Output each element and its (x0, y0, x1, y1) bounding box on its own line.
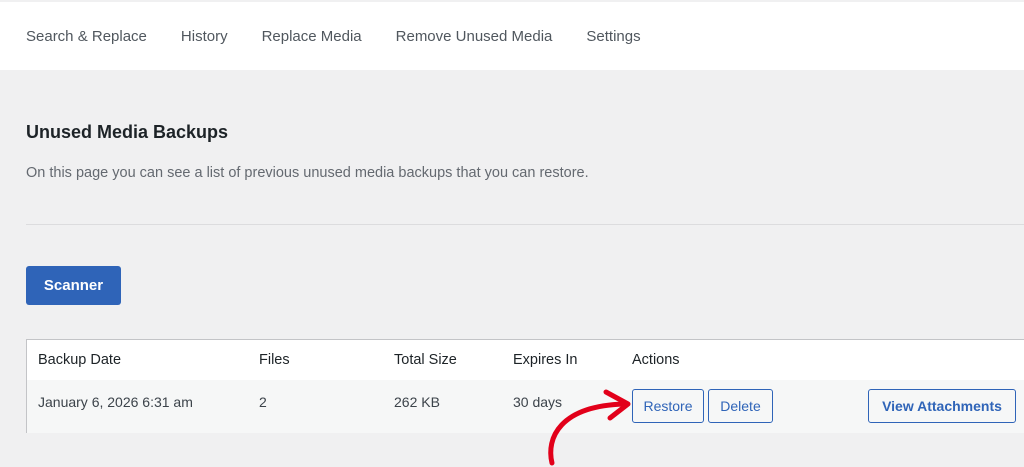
cell-expires-in: 30 days (513, 394, 563, 410)
table-row: January 6, 2026 6:31 am 2 262 KB 30 days… (27, 380, 1024, 433)
cell-total-size: 262 KB (394, 394, 440, 410)
page-description: On this page you can see a list of previ… (26, 165, 589, 181)
restore-button[interactable]: Restore (632, 389, 704, 423)
column-header-total-size: Total Size (394, 352, 457, 368)
tab-history[interactable]: History (181, 28, 228, 45)
nav-tabs: Search & Replace History Replace Media R… (26, 28, 675, 45)
tab-replace-media[interactable]: Replace Media (262, 28, 362, 45)
tab-search-replace[interactable]: Search & Replace (26, 28, 147, 45)
backups-table: Backup Date Files Total Size Expires In … (26, 339, 1024, 433)
cell-files: 2 (259, 394, 267, 410)
column-header-actions: Actions (632, 352, 680, 368)
scanner-button[interactable]: Scanner (26, 266, 121, 305)
column-header-expires-in: Expires In (513, 352, 578, 368)
delete-button[interactable]: Delete (708, 389, 773, 423)
view-attachments-button[interactable]: View Attachments (868, 389, 1016, 423)
tab-settings[interactable]: Settings (586, 28, 640, 45)
section-divider (26, 224, 1024, 225)
tab-remove-unused-media[interactable]: Remove Unused Media (396, 28, 553, 45)
cell-backup-date: January 6, 2026 6:31 am (38, 394, 193, 410)
top-navigation-bar: Search & Replace History Replace Media R… (0, 0, 1024, 70)
column-header-backup-date: Backup Date (38, 352, 122, 368)
column-header-files: Files (259, 352, 290, 368)
table-header: Backup Date Files Total Size Expires In … (27, 340, 1024, 380)
page-title: Unused Media Backups (26, 122, 229, 142)
